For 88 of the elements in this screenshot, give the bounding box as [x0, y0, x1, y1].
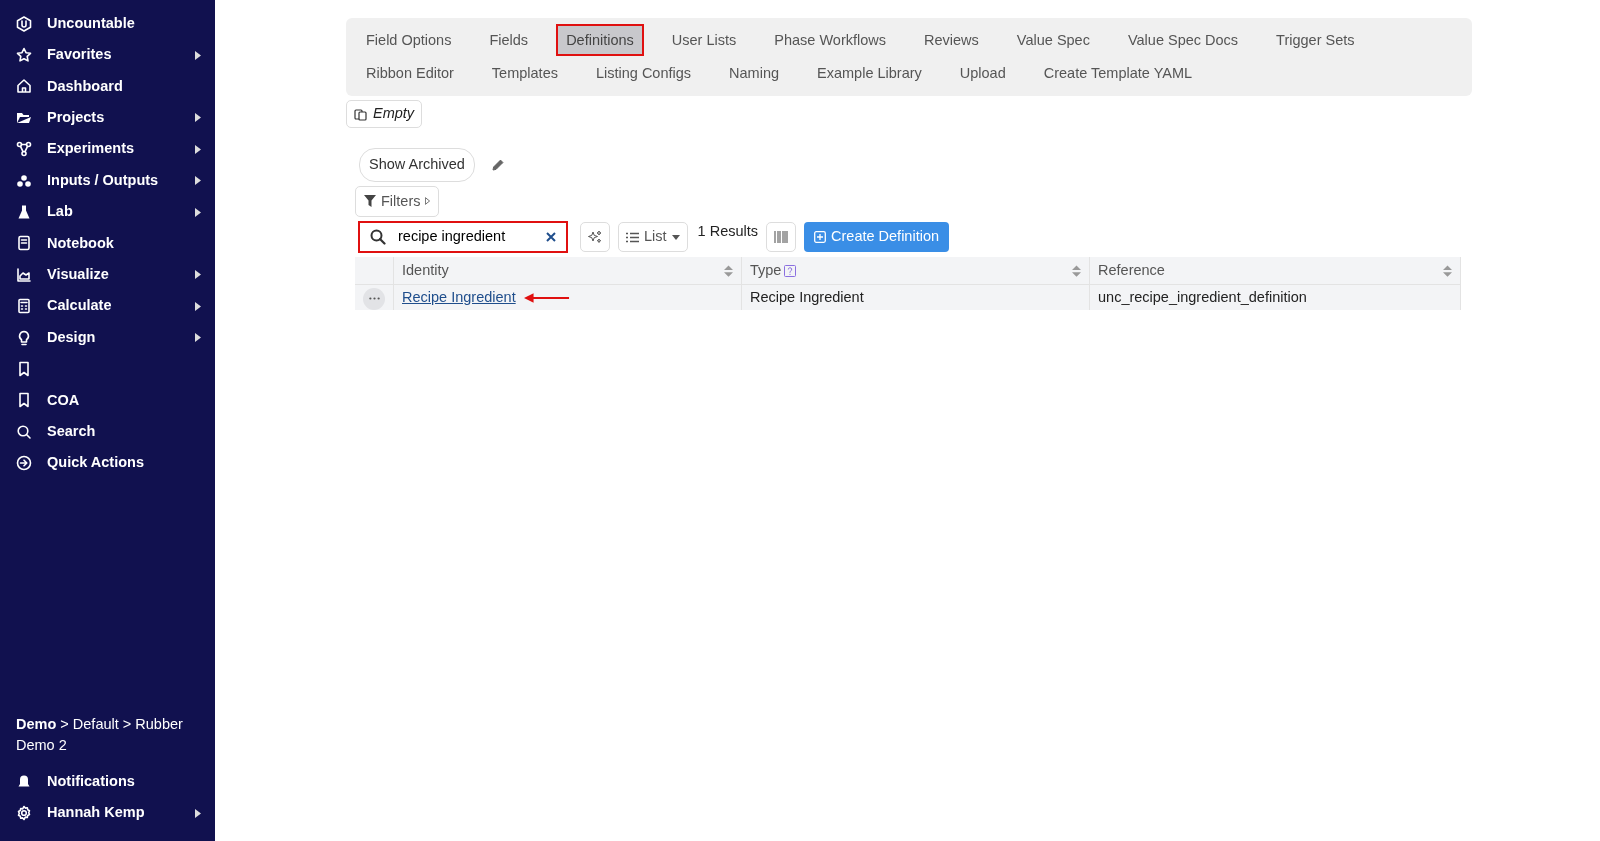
- columns-button[interactable]: [766, 222, 797, 253]
- help-icon: [784, 264, 797, 277]
- sidebar-item[interactable]: Design: [0, 321, 215, 354]
- arrow-circle-icon: [16, 455, 32, 472]
- calculator-icon: [16, 298, 32, 315]
- sort-icon: [1443, 264, 1452, 277]
- sparkle-icon: [588, 230, 602, 245]
- ellipsis-icon: [368, 297, 380, 301]
- sparkle-button[interactable]: [580, 222, 610, 253]
- caret-right-icon: [195, 333, 201, 343]
- search-field[interactable]: recipe ingredient: [358, 221, 568, 254]
- sidebar-item[interactable]: COA: [0, 384, 215, 417]
- close-icon: [546, 232, 556, 243]
- sidebar-item[interactable]: Hannah Kemp: [0, 797, 215, 829]
- results-count: 1 Results: [697, 222, 759, 242]
- tab[interactable]: Reviews: [914, 24, 989, 56]
- sort-icon: [724, 264, 733, 277]
- tab[interactable]: User Lists: [661, 24, 747, 56]
- tab[interactable]: Definitions: [556, 24, 644, 56]
- list-icon: [626, 231, 639, 243]
- bell-icon: [16, 773, 32, 790]
- barcode-columns-icon: [774, 231, 789, 244]
- plus-square-icon: [814, 231, 827, 244]
- area-chart-icon: [16, 266, 32, 283]
- caret-right-icon: [195, 176, 201, 186]
- sidebar-item[interactable]: Search: [0, 416, 215, 448]
- tab[interactable]: Fields: [479, 24, 539, 56]
- show-archived-button[interactable]: Show Archived: [359, 147, 475, 182]
- sidebar-item[interactable]: Experiments: [0, 133, 215, 165]
- table-cell: Recipe Ingredient: [741, 284, 1090, 311]
- sidebar-item[interactable]: Notebook: [0, 227, 215, 260]
- caret-right-icon: [195, 207, 201, 217]
- tab[interactable]: Example Library: [807, 57, 932, 89]
- column-header[interactable]: Identity: [402, 259, 449, 282]
- filter-icon: [364, 195, 376, 208]
- caret-right-icon: [195, 808, 201, 818]
- sidebar-item[interactable]: Inputs / Outputs: [0, 164, 215, 197]
- bookmark-icon: [16, 361, 32, 377]
- home-icon: [16, 78, 32, 95]
- tab[interactable]: Templates: [481, 57, 568, 89]
- column-header[interactable]: Type: [750, 259, 782, 282]
- gear-icon: [16, 805, 32, 822]
- view-dropdown[interactable]: List: [618, 222, 688, 253]
- tab[interactable]: Naming: [719, 57, 790, 89]
- tab[interactable]: Trigger Sets: [1266, 24, 1365, 56]
- tab[interactable]: Listing Configs: [585, 57, 702, 89]
- caret-right-icon: [195, 270, 201, 280]
- copy-icon: [354, 106, 368, 121]
- sidebar-item[interactable]: Uncountable: [0, 8, 215, 40]
- tab[interactable]: Value Spec Docs: [1117, 24, 1249, 56]
- sidebar-item[interactable]: Favorites: [0, 39, 215, 71]
- tab[interactable]: Field Options: [356, 24, 462, 56]
- bookmark-icon: [16, 392, 32, 409]
- search-icon: [370, 229, 386, 246]
- caret-right-icon: [195, 144, 201, 154]
- sidebar-item[interactable]: Dashboard: [0, 70, 215, 103]
- column-header[interactable]: Reference: [1098, 259, 1165, 282]
- sidebar-item[interactable]: Projects: [0, 102, 215, 134]
- star-icon: [16, 47, 32, 64]
- boxes-icon: [16, 172, 32, 189]
- tab[interactable]: Create Template YAML: [1033, 57, 1203, 89]
- tab[interactable]: Ribbon Editor: [356, 57, 464, 89]
- nodes-icon: [16, 141, 32, 158]
- hexagon-logo-icon: [16, 15, 32, 32]
- sidebar-item[interactable]: Notifications: [0, 766, 215, 798]
- sidebar-item[interactable]: Visualize: [0, 259, 215, 291]
- tab[interactable]: Upload: [949, 57, 1016, 89]
- sidebar-item[interactable]: Calculate: [0, 290, 215, 322]
- caret-right-icon: [195, 301, 201, 311]
- breadcrumb: Demo > Default > Rubber Demo 2: [15, 715, 184, 756]
- lightbulb-icon: [16, 329, 32, 346]
- sidebar-item[interactable]: Lab: [0, 196, 215, 228]
- sort-icon: [1072, 264, 1081, 277]
- caret-right-icon: [425, 197, 431, 206]
- caret-right-icon: [195, 50, 201, 60]
- sidebar-item[interactable]: Quick Actions: [0, 447, 215, 479]
- flask-icon: [16, 204, 32, 221]
- table-cell: unc_recipe_ingredient_definition: [1089, 284, 1461, 311]
- filters-button[interactable]: Filters: [355, 185, 440, 218]
- caret-down-icon: [671, 234, 680, 240]
- notebook-icon: [16, 235, 32, 252]
- caret-right-icon: [195, 113, 201, 123]
- copy-button[interactable]: Empty: [346, 100, 423, 128]
- search-icon: [16, 423, 32, 440]
- tab[interactable]: Phase Workflows: [764, 24, 897, 56]
- tab[interactable]: Value Spec: [1006, 24, 1100, 56]
- annotation-arrow: [523, 292, 570, 303]
- pencil-icon[interactable]: [490, 157, 505, 172]
